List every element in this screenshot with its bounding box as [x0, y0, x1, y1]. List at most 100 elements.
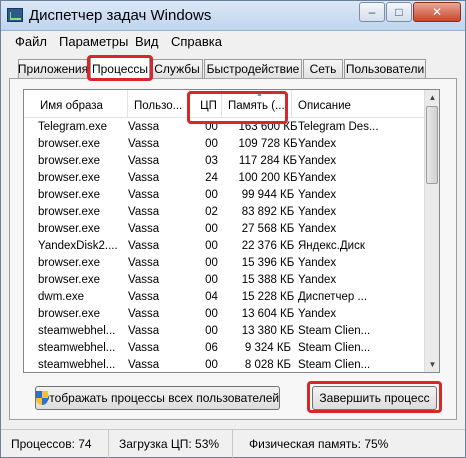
row-memory: 163 600 КБ [238, 121, 298, 133]
show-all-users-label: Отображать процессы всех пользователей [39, 391, 280, 405]
row-cpu: 00 [205, 138, 218, 150]
tab-strip: Приложения Процессы Службы Быстродействи… [1, 57, 465, 79]
menu-view[interactable]: Вид [135, 34, 159, 49]
row-memory: 13 380 КБ [241, 325, 295, 337]
row-image-name: browser.exe [38, 189, 101, 201]
row-description: Yandex [298, 155, 337, 167]
row-user: Vassa [128, 308, 160, 320]
row-image-name: YandexDisk2.... [38, 240, 118, 252]
row-description: Yandex [298, 274, 337, 286]
tab-services[interactable]: Службы [151, 59, 203, 78]
row-image-name: browser.exe [38, 138, 101, 150]
close-button[interactable]: ✕ [413, 2, 461, 22]
row-memory: 109 728 КБ [238, 138, 298, 150]
row-user: Vassa [128, 155, 160, 167]
row-description: Yandex [298, 257, 337, 269]
column-user[interactable]: Пользо... [128, 90, 190, 118]
row-description: Steam Clien... [298, 342, 371, 354]
row-memory: 9 324 КБ [244, 342, 292, 354]
process-row[interactable]: browser.exe Vassa 00 109 728 КБ Yandex [24, 136, 424, 153]
row-memory: 15 228 КБ [241, 291, 295, 303]
row-cpu: 00 [205, 189, 218, 201]
task-manager-window: Диспетчер задач Windows – □ ✕ Файл Парам… [0, 0, 466, 458]
tab-network[interactable]: Сеть [303, 59, 343, 78]
row-description: Yandex [298, 223, 337, 235]
status-processes: Процессов: 74 [9, 430, 109, 458]
process-row[interactable]: YandexDisk2.... Vassa 00 22 376 КБ Яндекс.Ди… [24, 238, 424, 255]
row-cpu: 06 [205, 342, 218, 354]
tab-users[interactable]: Пользователи [344, 59, 426, 78]
row-description: Yandex [298, 206, 337, 218]
row-description: Yandex [298, 189, 337, 201]
row-description: Steam Clien... [298, 325, 371, 337]
row-image-name: browser.exe [38, 274, 101, 286]
scroll-up-icon[interactable]: ▲ [425, 90, 439, 105]
row-user: Vassa [128, 138, 160, 150]
process-row[interactable]: browser.exe Vassa 00 13 604 КБ Yandex [24, 306, 424, 323]
tab-applications[interactable]: Приложения [18, 59, 88, 78]
row-user: Vassa [128, 240, 160, 252]
process-row[interactable]: steamwebhel... Vassa 00 13 380 КБ Steam Clie… [24, 323, 424, 340]
minimize-button[interactable]: – [359, 2, 385, 22]
list-header: Имя образа Пользо... ЦП Память (... Опис… [24, 90, 424, 118]
process-row[interactable]: browser.exe Vassa 00 99 944 КБ Yandex [24, 187, 424, 204]
row-image-name: steamwebhel... [38, 342, 116, 354]
row-cpu: 00 [205, 121, 218, 133]
vertical-scrollbar[interactable]: ▲ ▼ [424, 90, 439, 372]
row-memory: 99 944 КБ [241, 189, 295, 201]
process-row[interactable]: dwm.exe Vassa 04 15 228 КБ Диспетчер ... [24, 289, 424, 306]
window-title: Диспетчер задач Windows [29, 7, 212, 24]
process-row[interactable]: browser.exe Vassa 24 100 200 КБ Yandex [24, 170, 424, 187]
status-memory: Физическая память: 75% [249, 437, 389, 451]
status-bar: Процессов: 74 Загрузка ЦП: 53% Физическа… [1, 429, 465, 458]
row-user: Vassa [128, 342, 160, 354]
row-description: Steam Clien... [298, 359, 371, 371]
tab-performance[interactable]: Быстродействие [204, 59, 302, 78]
process-row[interactable]: browser.exe Vassa 02 83 892 КБ Yandex [24, 204, 424, 221]
task-manager-icon [7, 8, 23, 22]
process-row[interactable]: browser.exe Vassa 03 117 284 КБ Yandex [24, 153, 424, 170]
row-image-name: dwm.exe [38, 291, 85, 303]
row-user: Vassa [128, 172, 160, 184]
status-cpu: Загрузка ЦП: 53% [113, 430, 233, 458]
column-description[interactable]: Описание [292, 90, 424, 118]
end-process-button[interactable]: Завершить процесс [312, 386, 437, 410]
row-memory: 13 604 КБ [241, 308, 295, 320]
maximize-button[interactable]: □ [386, 2, 412, 22]
process-row[interactable]: steamwebhel... Vassa 06 9 324 КБ Steam Clien… [24, 340, 424, 357]
process-row[interactable]: Telegram.exe Vassa 00 163 600 КБ Telegram De… [24, 119, 424, 136]
row-description: Yandex [298, 172, 337, 184]
scroll-down-icon[interactable]: ▼ [425, 357, 439, 372]
sort-indicator-icon: ▲ [256, 91, 263, 98]
process-list[interactable]: Имя образа Пользо... ЦП Память (... Опис… [23, 89, 440, 373]
row-image-name: browser.exe [38, 155, 101, 167]
process-row[interactable]: browser.exe Vassa 00 15 396 КБ Yandex [24, 255, 424, 272]
row-cpu: 03 [205, 155, 218, 167]
scroll-thumb[interactable] [426, 106, 438, 184]
column-image-name[interactable]: Имя образа [34, 90, 128, 118]
show-all-users-button[interactable]: Отображать процессы всех пользователей [35, 386, 280, 410]
row-cpu: 00 [205, 308, 218, 320]
menu-options[interactable]: Параметры [59, 34, 128, 49]
process-row[interactable]: browser.exe Vassa 00 15 388 КБ Yandex [24, 272, 424, 289]
row-image-name: Telegram.exe [38, 121, 108, 133]
row-image-name: browser.exe [38, 206, 101, 218]
row-cpu: 00 [205, 223, 218, 235]
row-user: Vassa [128, 121, 160, 133]
menu-help[interactable]: Справка [171, 34, 222, 49]
row-description: Яндекс.Диск [298, 240, 365, 252]
row-memory: 100 200 КБ [238, 172, 298, 184]
row-cpu: 24 [205, 172, 218, 184]
row-memory: 117 284 КБ [238, 155, 298, 167]
row-image-name: steamwebhel... [38, 325, 116, 337]
row-memory: 8 028 КБ [244, 359, 292, 371]
row-memory: 15 388 КБ [241, 274, 295, 286]
menu-file[interactable]: Файл [15, 34, 47, 49]
row-description: Yandex [298, 308, 337, 320]
title-bar[interactable]: Диспетчер задач Windows – □ ✕ [1, 1, 465, 31]
row-image-name: browser.exe [38, 308, 101, 320]
column-cpu[interactable]: ЦП [190, 90, 222, 118]
process-row[interactable]: steamwebhel... Vassa 00 8 028 КБ Steam Clien… [24, 357, 424, 372]
process-row[interactable]: browser.exe Vassa 00 27 568 КБ Yandex [24, 221, 424, 238]
tab-processes[interactable]: Процессы [90, 57, 150, 79]
